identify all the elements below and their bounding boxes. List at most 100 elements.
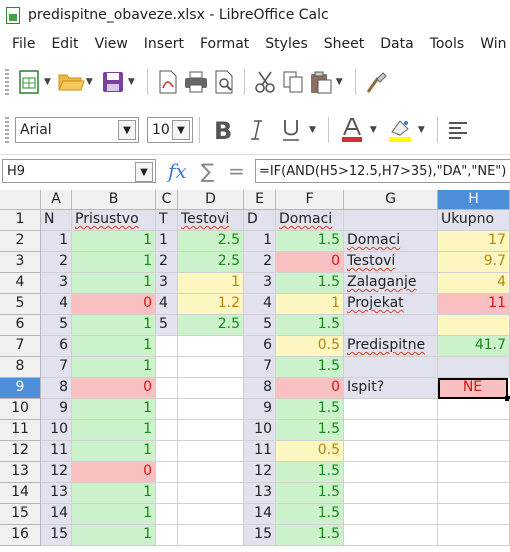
cell-f13[interactable]: 1.5 [276,462,344,483]
cell-b3[interactable]: 1 [72,252,156,273]
cell-g14[interactable] [344,483,438,504]
font-color-dropdown-icon[interactable]: ▼ [370,125,377,135]
cell-b12[interactable]: 1 [72,441,156,462]
cell-d10[interactable] [178,399,244,420]
cell-c1[interactable]: T [156,210,178,231]
cell-c2[interactable]: 1 [156,231,178,252]
cell-f7[interactable]: 0.5 [276,336,344,357]
formula-equals-icon[interactable]: = [228,159,245,183]
cell-a8[interactable]: 7 [41,357,72,378]
formula-input[interactable]: =IF(AND(H5>12.5,H7>35),"DA","NE") [254,159,510,183]
cell-a7[interactable]: 6 [41,336,72,357]
cell-f5[interactable]: 1 [276,294,344,315]
cell-e15[interactable]: 14 [244,504,276,525]
cell-a12[interactable]: 11 [41,441,72,462]
menu-edit[interactable]: Edit [51,36,78,52]
cell-a6[interactable]: 5 [41,315,72,336]
menu-sheet[interactable]: Sheet [324,36,364,52]
cell-g13[interactable] [344,462,438,483]
row-header-15[interactable]: 15 [0,504,41,525]
cell-a16[interactable]: 15 [41,525,72,546]
cell-a5[interactable]: 4 [41,294,72,315]
cell-c3[interactable]: 2 [156,252,178,273]
print-preview-icon[interactable] [210,68,238,96]
cell-d4[interactable]: 1 [178,273,244,294]
cell-c11[interactable] [156,420,178,441]
function-wizard-icon[interactable]: fx [168,159,187,183]
cell-d16[interactable] [178,525,244,546]
cell-g8[interactable] [344,357,438,378]
row-header-14[interactable]: 14 [0,483,41,504]
cell-h11[interactable] [438,420,510,441]
cell-f3[interactable]: 0 [276,252,344,273]
new-spreadsheet-icon[interactable] [15,68,43,96]
cell-b1[interactable]: Prisustvo [72,210,156,231]
cell-d12[interactable] [178,441,244,462]
cell-e8[interactable]: 7 [244,357,276,378]
save-icon[interactable] [99,68,127,96]
column-header-c[interactable]: C [156,190,178,210]
cell-d5[interactable]: 1.2 [178,294,244,315]
cell-f1[interactable]: Domaci [276,210,344,231]
cell-b9[interactable]: 0 [72,378,156,399]
name-box-dropdown-icon[interactable]: ▼ [135,162,153,182]
select-all-corner[interactable] [0,190,41,210]
cell-a3[interactable]: 2 [41,252,72,273]
cell-e12[interactable]: 11 [244,441,276,462]
cell-d7[interactable] [178,336,244,357]
cell-g2[interactable]: Domaci [344,231,438,252]
cell-b13[interactable]: 0 [72,462,156,483]
cell-c4[interactable]: 3 [156,273,178,294]
save-dropdown-icon[interactable]: ▼ [128,77,135,87]
row-header-1[interactable]: 1 [0,210,41,231]
menu-file[interactable]: File [12,36,35,52]
cell-c13[interactable] [156,462,178,483]
row-header-6[interactable]: 6 [0,315,41,336]
font-name-box[interactable]: Arial ▼ [15,117,139,143]
cell-f4[interactable]: 1.5 [276,273,344,294]
cell-h14[interactable] [438,483,510,504]
cell-e11[interactable]: 10 [244,420,276,441]
cell-g5[interactable]: Projekat [344,294,438,315]
open-folder-icon[interactable] [57,68,85,96]
cell-h1[interactable]: Ukupno [438,210,510,231]
cell-e6[interactable]: 5 [244,315,276,336]
cell-e16[interactable]: 15 [244,525,276,546]
row-header-5[interactable]: 5 [0,294,41,315]
cell-d15[interactable] [178,504,244,525]
cell-d9[interactable] [178,378,244,399]
cell-b5[interactable]: 0 [72,294,156,315]
cell-h6[interactable] [438,315,510,336]
cell-b7[interactable]: 1 [72,336,156,357]
cut-icon[interactable] [251,68,279,96]
cell-a11[interactable]: 10 [41,420,72,441]
cell-e9[interactable]: 8 [244,378,276,399]
cell-a2[interactable]: 1 [41,231,72,252]
cell-e3[interactable]: 2 [244,252,276,273]
row-header-11[interactable]: 11 [0,420,41,441]
toolbar-grip[interactable] [5,69,9,95]
highlight-color-button[interactable] [383,113,417,147]
bold-button[interactable]: B [206,113,240,147]
cell-a9[interactable]: 8 [41,378,72,399]
cell-g10[interactable] [344,399,438,420]
menu-format[interactable]: Format [200,36,249,52]
italic-button[interactable] [240,113,274,147]
export-pdf-icon[interactable] [154,68,182,96]
row-header-3[interactable]: 3 [0,252,41,273]
cell-f8[interactable]: 1.5 [276,357,344,378]
highlight-color-dropdown-icon[interactable]: ▼ [418,125,425,135]
cell-d6[interactable]: 2.5 [178,315,244,336]
underline-button[interactable] [274,113,308,147]
cell-b10[interactable]: 1 [72,399,156,420]
name-box[interactable]: H9 ▼ [2,159,156,183]
row-header-4[interactable]: 4 [0,273,41,294]
cell-f12[interactable]: 0.5 [276,441,344,462]
cell-h9-selected[interactable]: NE [438,378,508,399]
cell-c5[interactable]: 4 [156,294,178,315]
cell-h12[interactable] [438,441,510,462]
cell-f6[interactable]: 1.5 [276,315,344,336]
cell-g7[interactable]: Predispitne [344,336,438,357]
cell-d1[interactable]: Testovi [178,210,244,231]
cell-b15[interactable]: 1 [72,504,156,525]
